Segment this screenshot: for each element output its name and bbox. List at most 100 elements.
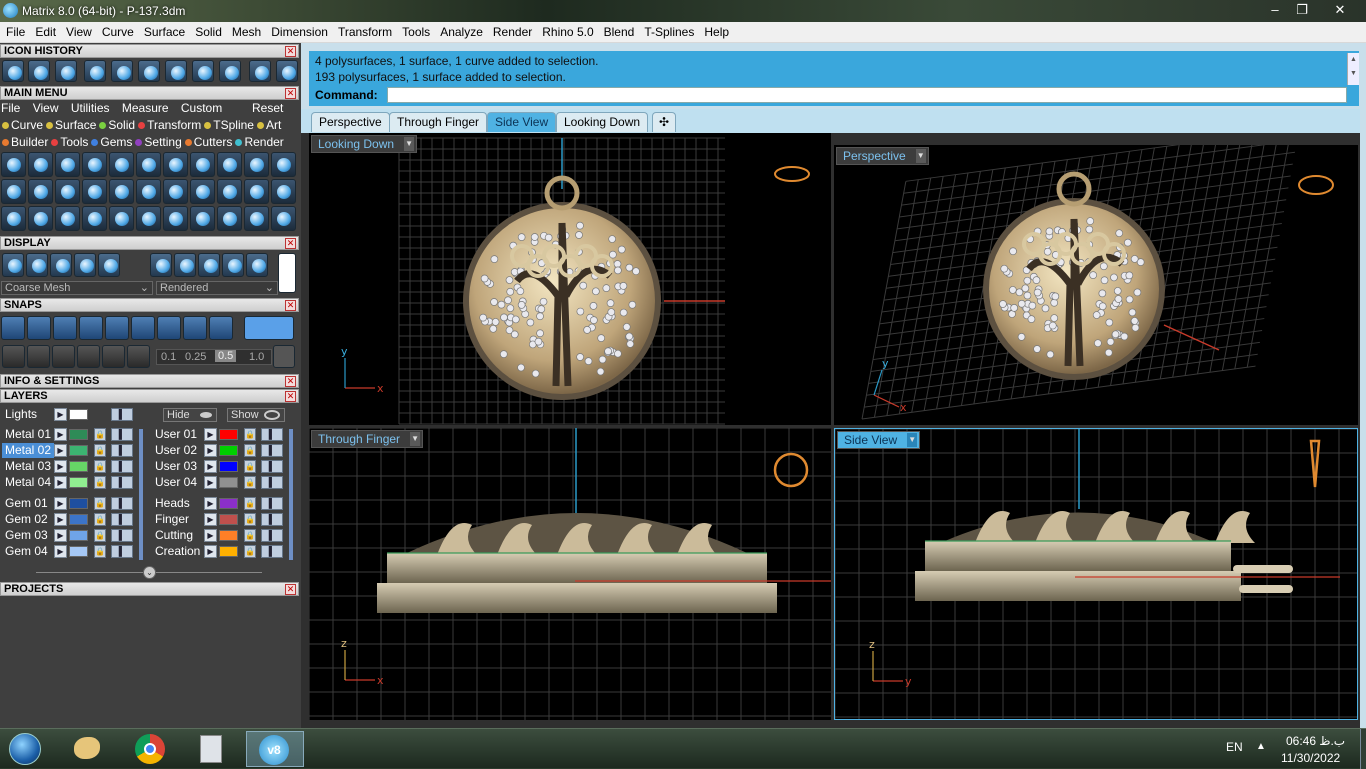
category-tspline[interactable]: TSpline [204, 118, 254, 132]
layer-color-swatch[interactable] [69, 445, 88, 456]
expand-arrow-icon[interactable]: ▶ [204, 545, 217, 558]
layer-name[interactable]: Heads [152, 496, 204, 511]
menu-analyze[interactable]: Analyze [435, 22, 488, 43]
expand-arrow-icon[interactable]: ▶ [204, 529, 217, 542]
tool-button-icon[interactable] [28, 206, 53, 231]
snap-tool-icon[interactable] [27, 345, 50, 368]
layer-color-swatch[interactable] [69, 546, 88, 557]
expand-arrow-icon[interactable]: ▶ [54, 529, 67, 542]
close-icon[interactable]: ✕ [285, 376, 296, 387]
tool-button-icon[interactable] [217, 206, 242, 231]
layer-name[interactable]: User 01 [152, 427, 204, 442]
menu-edit[interactable]: Edit [30, 22, 61, 43]
category-surface[interactable]: Surface [46, 118, 96, 132]
line-icon[interactable] [138, 60, 160, 82]
snap-icon[interactable] [209, 316, 233, 340]
expand-arrow-icon[interactable]: ▶ [54, 408, 67, 421]
category-render[interactable]: Render [235, 135, 284, 149]
tool-button-icon[interactable] [1, 152, 26, 177]
viewport-looking-down[interactable]: xy Looking Down ▼ [309, 133, 831, 425]
category-gems[interactable]: Gems [91, 135, 132, 149]
tool-button-icon[interactable] [1, 179, 26, 204]
close-icon[interactable]: ✕ [285, 300, 296, 311]
layer-toggle-button[interactable]: ▌ [261, 497, 283, 510]
arc-icon[interactable] [84, 60, 106, 82]
expand-arrow-icon[interactable]: ▶ [204, 444, 217, 457]
render-select[interactable]: Rendered ⌄ [156, 281, 278, 295]
lock-icon[interactable]: 🔒 [94, 444, 106, 457]
close-icon[interactable]: ✕ [285, 391, 296, 402]
close-icon[interactable]: ✕ [285, 46, 296, 57]
mesh-select[interactable]: Coarse Mesh ⌄ [1, 281, 153, 295]
menu-curve[interactable]: Curve [97, 22, 139, 43]
lock-icon[interactable]: 🔒 [244, 545, 256, 558]
snap-icon[interactable] [131, 316, 155, 340]
snap-icon[interactable] [79, 316, 103, 340]
lock-icon[interactable]: 🔒 [244, 497, 256, 510]
gem-grid-icon[interactable] [28, 60, 50, 82]
layer-toggle-button[interactable]: ▌ [261, 444, 283, 457]
snap-tool-icon[interactable] [2, 345, 25, 368]
category-tools[interactable]: Tools [51, 135, 88, 149]
menu-help[interactable]: Help [699, 22, 734, 43]
tool-button-icon[interactable] [217, 152, 242, 177]
layer-color-swatch[interactable] [69, 530, 88, 541]
curve-icon[interactable] [219, 60, 241, 82]
expand-arrow-icon[interactable]: ▶ [54, 460, 67, 473]
lock-icon[interactable]: 🔒 [94, 545, 106, 558]
main-menu-header[interactable]: MAIN MENU ✕ [0, 86, 299, 100]
layer-name[interactable]: Cutting [152, 528, 204, 543]
lock-icon[interactable]: 🔒 [94, 497, 106, 510]
snap-icon[interactable] [53, 316, 77, 340]
layer-color-swatch[interactable] [219, 461, 238, 472]
snap-value-0-1[interactable]: 0.1 [161, 351, 176, 363]
layer-name[interactable]: Creation [152, 544, 204, 559]
display-mode-icon[interactable] [26, 253, 48, 277]
snap-toggle-button[interactable] [244, 316, 294, 340]
tool-button-icon[interactable] [109, 152, 134, 177]
menu-tools[interactable]: Tools [397, 22, 435, 43]
info-settings-header[interactable]: INFO & SETTINGS ✕ [0, 374, 299, 388]
viewport-through-finger[interactable]: xz Through Finger ▼ [309, 428, 831, 720]
layer-name[interactable]: Metal 01 [2, 427, 54, 442]
layer-toggle-button[interactable]: ▌ [261, 476, 283, 489]
layer-color-swatch[interactable] [219, 530, 238, 541]
category-transform[interactable]: Transform [138, 118, 201, 132]
tool-button-icon[interactable] [271, 152, 296, 177]
expand-arrow-icon[interactable]: ▶ [204, 428, 217, 441]
layer-name[interactable]: User 04 [152, 475, 204, 490]
mm-reset[interactable]: Reset [252, 101, 283, 115]
lock-icon[interactable]: 🔒 [244, 428, 256, 441]
snap-icon[interactable] [157, 316, 181, 340]
menu-transform[interactable]: Transform [333, 22, 397, 43]
lock-icon[interactable]: 🔒 [94, 513, 106, 526]
clock-date[interactable]: 11/30/2022 [1281, 751, 1340, 765]
layer-color-swatch[interactable] [219, 546, 238, 557]
tool-button-icon[interactable] [82, 206, 107, 231]
tool-button-icon[interactable] [271, 179, 296, 204]
tool-button-icon[interactable] [163, 179, 188, 204]
viewport-perspective[interactable]: xy Perspective ▼ [834, 145, 1358, 425]
viewport-side-view[interactable]: yz Side View ▼ [834, 428, 1358, 720]
menu-mesh[interactable]: Mesh [227, 22, 266, 43]
chrome-icon[interactable] [129, 731, 171, 767]
tool-button-icon[interactable] [190, 152, 215, 177]
mm-measure[interactable]: Measure [122, 101, 169, 115]
layer-toggle-button[interactable]: ▌ [261, 513, 283, 526]
document-icon[interactable] [192, 60, 214, 82]
menu-file[interactable]: File [0, 22, 30, 43]
display-mode-icon[interactable] [198, 253, 220, 277]
layer-toggle-button[interactable]: ▌ [111, 529, 133, 542]
layer-toggle-button[interactable]: ▌ [111, 476, 133, 489]
lock-icon[interactable]: 🔒 [244, 529, 256, 542]
display-mode-icon[interactable] [2, 253, 24, 277]
viewport-label-side-view[interactable]: Side View ▼ [837, 431, 921, 449]
category-builder[interactable]: Builder [2, 135, 48, 149]
tab-looking-down[interactable]: Looking Down [556, 112, 649, 132]
layer-name[interactable]: User 02 [152, 443, 204, 458]
snap-tool-icon[interactable] [102, 345, 125, 368]
layer-toggle-button[interactable]: ▌ [111, 497, 133, 510]
mm-file[interactable]: File [1, 101, 20, 115]
layers-right-scroll[interactable] [289, 429, 293, 560]
command-input[interactable] [387, 87, 1347, 103]
